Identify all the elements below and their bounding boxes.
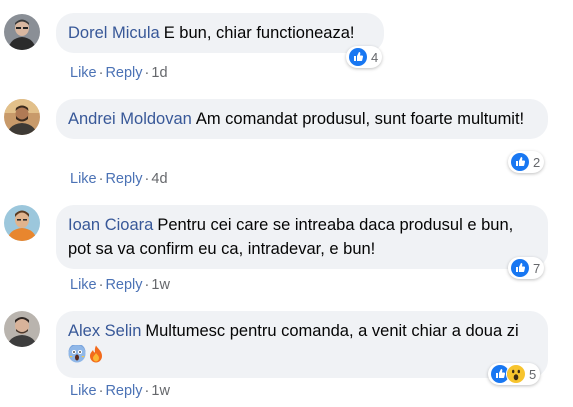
screaming-face-emoji [68,343,86,370]
comment-text: E bun, chiar functioneaza! [163,24,355,42]
like-link[interactable]: Like [70,65,97,81]
comment-timestamp[interactable]: 4d [151,171,167,187]
reply-link[interactable]: Reply [105,171,142,187]
comment-bubble: Ioan Cioara Pentru cei care se intreaba d… [56,205,548,269]
separator-dot: · [98,383,104,399]
reaction-count: 4 [371,49,379,65]
comment-timestamp[interactable]: 1w [151,383,170,399]
reaction-summary[interactable]: 7 [508,257,545,279]
comment-timestamp[interactable]: 1d [151,65,167,81]
comment-text: Am comandat produsul, sunt foarte multum… [195,110,525,128]
like-icon [510,152,530,172]
reaction-count: 5 [529,366,537,382]
reply-link[interactable]: Reply [105,277,142,293]
comment-author[interactable]: Dorel Micula [68,24,160,42]
comment-text: Multumesc pentru comanda, a venit chiar … [145,322,519,340]
separator-dot: · [144,383,150,399]
comment-bubble: Andrei Moldovan Am comandat produsul, sun… [56,99,548,139]
comment-actions: Like · Reply · 1d [70,65,168,81]
like-link[interactable]: Like [70,277,97,293]
comment-timestamp[interactable]: 1w [151,277,170,293]
comment-bubble: Dorel Micula E bun, chiar functioneaza! [56,13,384,53]
avatar[interactable] [4,99,40,135]
wow-icon [506,364,526,384]
separator-dot: · [144,277,150,293]
separator-dot: · [144,65,150,81]
avatar-image [4,14,40,50]
comment-author[interactable]: Andrei Moldovan [68,110,192,128]
fire-emoji [89,345,103,370]
comment-author[interactable]: Alex Selin [68,322,141,340]
separator-dot: · [98,277,104,293]
avatar-image [4,311,40,347]
avatar[interactable] [4,14,40,50]
reaction-count: 7 [533,260,541,276]
reaction-count: 2 [533,154,541,170]
reaction-summary[interactable]: 4 [346,46,383,68]
avatar[interactable] [4,311,40,347]
like-link[interactable]: Like [70,383,97,399]
avatar-image [4,99,40,135]
reply-link[interactable]: Reply [105,383,142,399]
reaction-summary[interactable]: 2 [508,151,545,173]
comment-actions: Like · Reply · 4d [70,171,168,187]
avatar[interactable] [4,205,40,241]
reply-link[interactable]: Reply [105,65,142,81]
separator-dot: · [144,171,150,187]
comment-actions: Like · Reply · 1w [70,383,170,399]
separator-dot: · [98,65,104,81]
avatar-image [4,205,40,241]
reaction-summary[interactable]: 5 [488,363,541,385]
comment-author[interactable]: Ioan Cioara [68,216,153,234]
like-icon [348,47,368,67]
comment-bubble: Alex Selin Multumesc pentru comanda, a ve… [56,311,548,378]
separator-dot: · [98,171,104,187]
like-link[interactable]: Like [70,171,97,187]
like-icon [510,258,530,278]
comment-actions: Like · Reply · 1w [70,277,170,293]
